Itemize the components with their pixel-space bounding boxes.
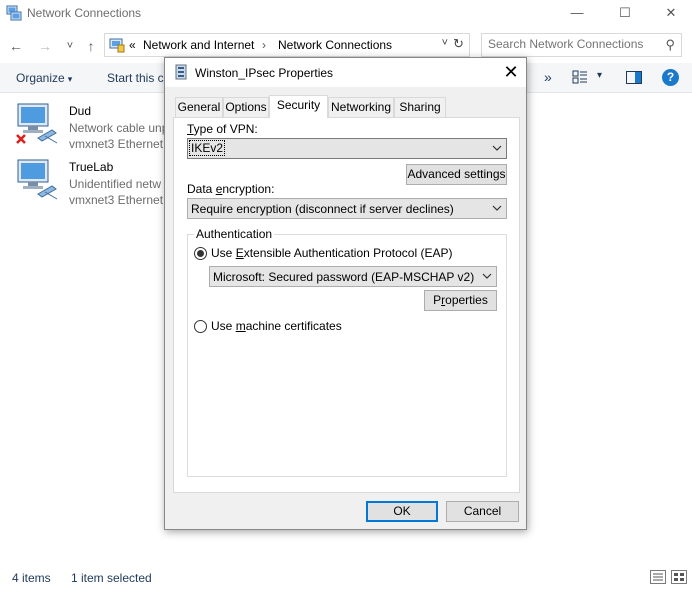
connection-name: TrueLab: [69, 160, 114, 174]
up-arrow-icon[interactable]: ↑: [82, 37, 100, 55]
help-icon[interactable]: ?: [662, 69, 679, 86]
items-count: 4 items: [12, 571, 51, 585]
tab-sharing[interactable]: Sharing: [394, 97, 446, 117]
network-connections-icon: [6, 5, 22, 21]
breadcrumb-network-and-internet[interactable]: Network and Internet: [143, 38, 254, 52]
list-item[interactable]: Dud Network cable unp vmxnet3 Ethernet: [14, 96, 174, 151]
tab-networking[interactable]: Networking: [328, 97, 394, 117]
tab-options[interactable]: Options: [223, 97, 269, 117]
preview-pane-icon[interactable]: [626, 71, 642, 84]
eap-method-value: Microsoft: Secured password (EAP-MSCHAP …: [213, 270, 475, 284]
large-icons-view-icon[interactable]: [671, 570, 687, 584]
back-arrow-icon[interactable]: ←: [7, 37, 25, 55]
vpn-type-label-text: ype of VPN:: [193, 122, 258, 136]
eap-option-label[interactable]: Use Extensible Authentication Protocol (…: [211, 246, 452, 260]
advanced-settings-button[interactable]: Advanced settings: [406, 164, 507, 185]
tab-security[interactable]: Security: [269, 95, 328, 118]
data-encryption-select[interactable]: Require encryption (disconnect if server…: [187, 198, 507, 219]
machine-certificates-radio[interactable]: [194, 320, 207, 333]
encryption-value: Require encryption (disconnect if server…: [191, 202, 454, 216]
machine-option-accel: m: [235, 319, 246, 333]
connection-name: Dud: [69, 104, 92, 118]
connection-status: Unidentified netw: [69, 177, 162, 191]
close-icon[interactable]: ✕: [501, 61, 521, 83]
connection-status: Network cable unp: [69, 121, 169, 135]
properties-label-text: operties: [445, 293, 488, 307]
encryption-label-pre: Data: [187, 182, 216, 196]
eap-option-pre: Use: [211, 246, 236, 260]
vpn-type-select[interactable]: IKEv2: [187, 138, 507, 159]
window-title: Network Connections: [27, 6, 142, 20]
vpn-type-label: Type of VPN:: [187, 122, 258, 136]
eap-radio[interactable]: [194, 247, 207, 260]
status-bar: 4 items 1 item selected: [0, 567, 692, 591]
change-view-icon[interactable]: [572, 70, 588, 85]
network-adapter-disconnected-icon: [16, 103, 58, 144]
selection-count: 1 item selected: [71, 571, 152, 585]
ok-button[interactable]: OK: [366, 501, 438, 522]
explorer-titlebar: Network Connections — ☐ ✕: [0, 0, 692, 26]
organize-label: Organize: [16, 71, 65, 85]
eap-option-text: xtensible Authentication Protocol (EAP): [243, 246, 453, 260]
eap-method-select[interactable]: Microsoft: Secured password (EAP-MSCHAP …: [209, 266, 497, 287]
recent-locations-icon[interactable]: ˅: [61, 37, 79, 55]
machine-option-pre: Use: [211, 319, 236, 333]
view-options-caret-icon[interactable]: ▾: [597, 70, 602, 81]
encryption-label: Data encryption:: [187, 182, 274, 196]
cancel-button[interactable]: Cancel: [446, 501, 519, 522]
authentication-group-title: Authentication: [194, 227, 275, 241]
machine-option-text: achine certificates: [245, 319, 342, 333]
connection-device: vmxnet3 Ethernet: [69, 137, 164, 151]
vpn-type-value: IKEv2: [188, 140, 226, 156]
eap-option-accel: E: [235, 246, 244, 260]
security-tab-panel: Type of VPN: IKEv2 Advanced settings Dat…: [173, 117, 520, 493]
start-this-connection-button[interactable]: Start this co: [107, 71, 170, 85]
address-bar[interactable]: « Network and Internet › Network Connect…: [104, 33, 470, 57]
vpn-connection-icon: [175, 64, 187, 80]
address-row: ← → ˅ ↑ « Network and Internet › Network…: [0, 30, 692, 60]
list-item[interactable]: TrueLab Unidentified netw vmxnet3 Ethern…: [14, 152, 174, 207]
encryption-label-text: ncryption:: [222, 182, 275, 196]
more-commands-icon[interactable]: »: [544, 69, 552, 85]
network-adapter-icon: [17, 159, 58, 200]
properties-label-pre: P: [433, 293, 442, 307]
search-icon[interactable]: ⚲: [665, 37, 675, 53]
maximize-button[interactable]: ☐: [602, 0, 648, 26]
forward-arrow-icon[interactable]: →: [36, 37, 54, 55]
breadcrumb-overflow[interactable]: «: [129, 38, 136, 52]
chevron-down-icon: [482, 273, 492, 279]
advanced-settings-label: Advanced settings: [407, 167, 506, 181]
vpn-properties-dialog: Winston_IPsec Properties ✕ General Optio…: [164, 57, 527, 530]
organize-menu[interactable]: Organize ▾: [16, 71, 72, 85]
dialog-titlebar: Winston_IPsec Properties ✕: [165, 58, 526, 87]
control-panel-icon: [109, 38, 125, 53]
chevron-down-icon: [492, 205, 502, 211]
eap-properties-button[interactable]: Properties: [424, 290, 497, 311]
minimize-button[interactable]: —: [554, 0, 600, 26]
tab-general[interactable]: General: [175, 97, 223, 117]
refresh-icon[interactable]: ↻: [450, 36, 467, 54]
search-box[interactable]: ⚲: [481, 33, 682, 57]
breadcrumb-network-connections[interactable]: Network Connections: [278, 38, 392, 52]
breadcrumb-separator[interactable]: ›: [262, 38, 266, 52]
vpn-type-label-accel: T: [187, 122, 194, 136]
chevron-down-icon: ▾: [67, 74, 73, 84]
close-window-button[interactable]: ✕: [648, 0, 692, 26]
dialog-title: Winston_IPsec Properties: [195, 66, 334, 80]
connection-device: vmxnet3 Ethernet: [69, 193, 164, 207]
address-dropdown-icon[interactable]: ˅: [442, 37, 448, 49]
search-input[interactable]: [488, 37, 654, 51]
details-view-icon[interactable]: [650, 570, 666, 584]
machine-certificates-label[interactable]: Use machine certificates: [211, 319, 342, 333]
chevron-down-icon: [492, 145, 502, 151]
